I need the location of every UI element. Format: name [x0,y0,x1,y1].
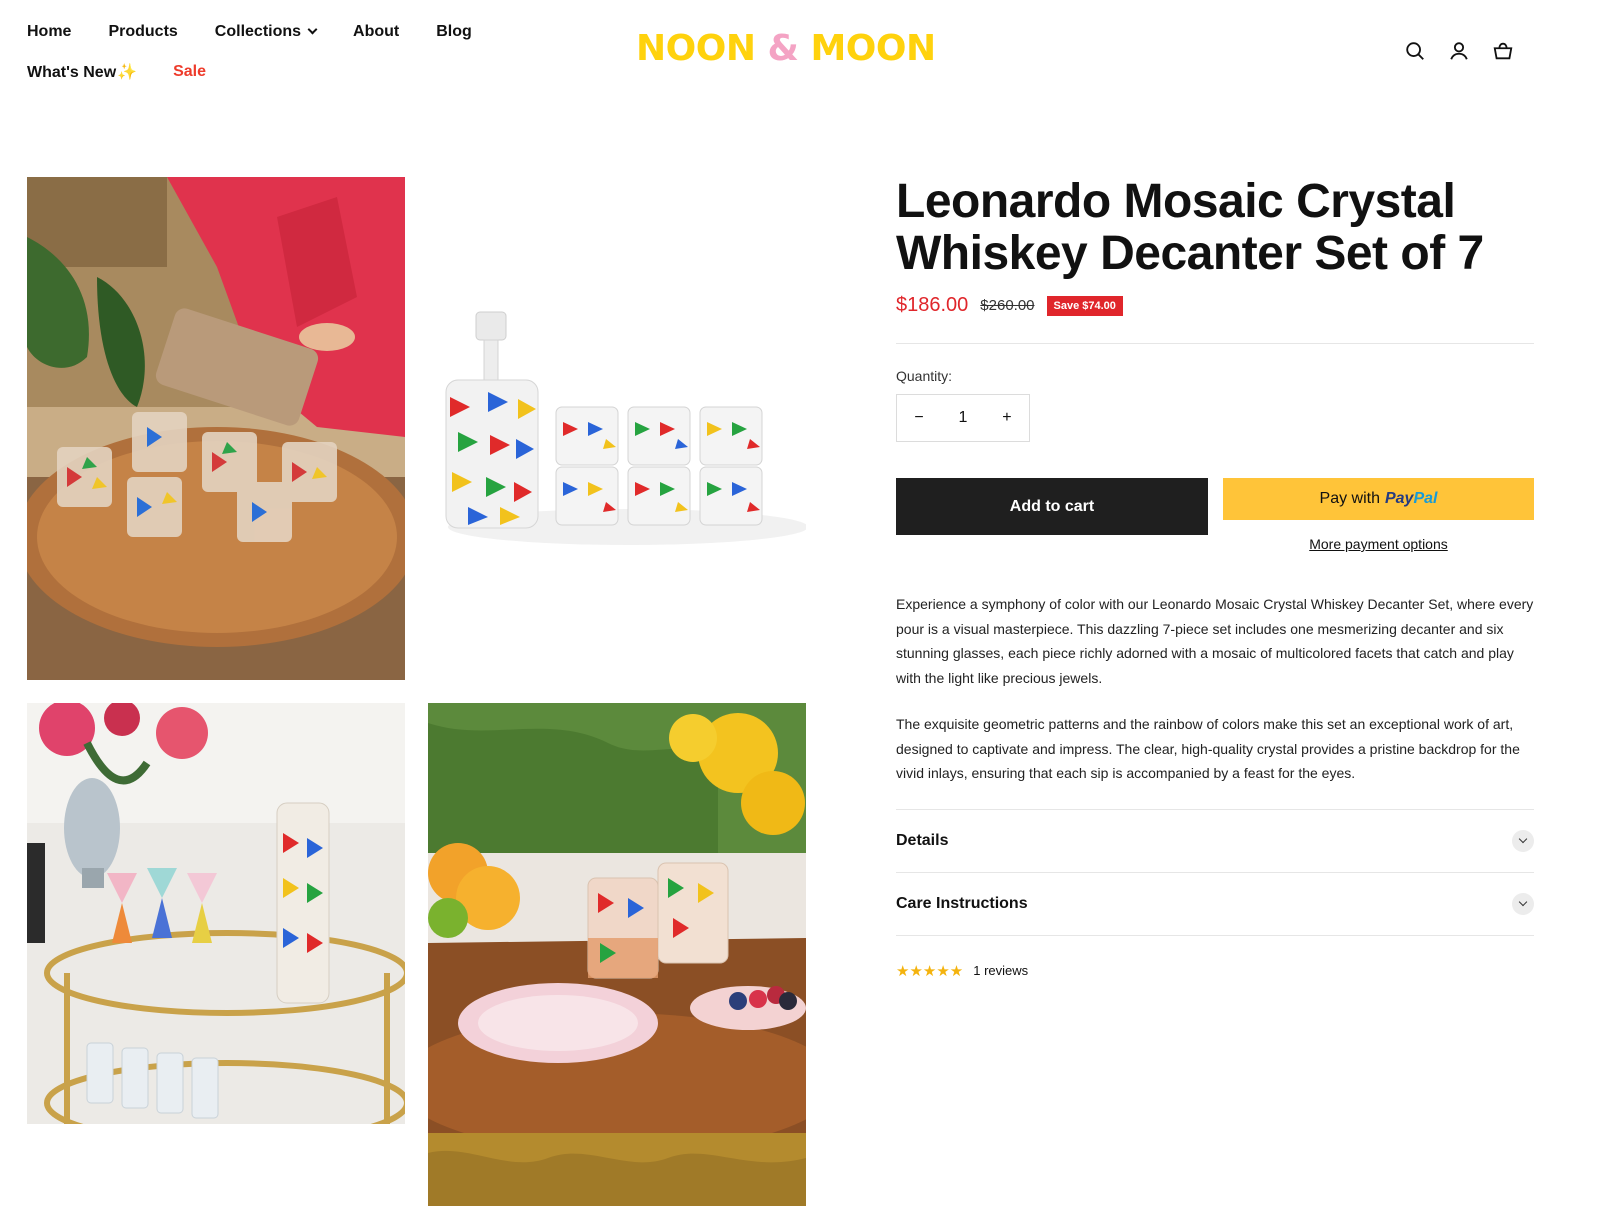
nav-collections-label: Collections [214,23,302,40]
logo-word-noon: NOON [636,28,756,69]
paypal-button[interactable]: Pay with Pay Pal [1223,478,1534,520]
paypal-logo-pay: Pay [1384,490,1414,507]
divider [896,343,1534,344]
account-icon[interactable] [1448,40,1470,62]
paypal-prefix: Pay with [1319,490,1380,507]
nav-sale[interactable]: Sale [173,63,206,81]
nav-row-primary: Home Products Collections About Blog [27,18,509,46]
cart-icon[interactable] [1492,40,1514,62]
express-checkout: Pay with Pay Pal More payment options [1223,478,1534,552]
save-badge: Save $74.00 [1046,295,1123,316]
search-icon[interactable] [1404,40,1426,62]
more-payment-options-link[interactable]: More payment options [1223,536,1534,552]
sale-price: $186.00 [896,294,969,316]
description-paragraph: Experience a symphony of color with our … [896,596,1534,686]
logo-ampersand: & [767,28,799,69]
quantity-increase-button[interactable]: + [1002,409,1011,427]
nav-about[interactable]: About [353,23,399,41]
accordion-title: Details [896,831,949,849]
gallery-image-pouring[interactable] [27,177,405,680]
review-summary[interactable]: ★★★★★ 1 reviews [896,962,1534,980]
product-gallery [27,177,807,1221]
store-logo[interactable]: NOON & MOON [636,28,936,69]
chevron-down-icon [1512,892,1534,915]
gallery-image-bar-cart[interactable] [27,703,405,1124]
nav-whats-new[interactable]: What's New✨ [27,62,137,82]
product-description: Experience a symphony of color with our … [896,592,1534,786]
description-paragraph: The exquisite geometric patterns and the… [896,716,1520,781]
accordion-title: Care Instructions [896,894,1028,912]
header-actions [1404,40,1514,62]
accordion-care-instructions[interactable]: Care Instructions [896,873,1534,936]
main-nav: Home Products Collections About Blog Wha… [27,18,509,86]
nav-products[interactable]: Products [108,23,177,41]
gallery-image-fruit-table[interactable] [428,703,806,1206]
nav-whats-new-label: What's New [27,64,117,81]
price-row: $186.00 $260.00 Save $74.00 [896,294,1534,317]
chevron-down-icon [307,24,318,35]
accordion-details[interactable]: Details [896,810,1534,873]
sparkle-icon: ✨ [117,64,138,81]
chevron-down-icon [1512,829,1534,852]
quantity-stepper: − 1 + [896,394,1030,442]
product-title: Leonardo Mosaic Crystal Whiskey Decanter… [896,175,1484,280]
nav-home[interactable]: Home [27,23,71,41]
add-to-cart-button[interactable]: Add to cart [896,478,1208,535]
star-rating-icon: ★★★★★ [896,962,964,980]
nav-row-secondary: What's New✨ Sale [27,58,509,86]
nav-collections[interactable]: Collections [214,23,318,41]
quantity-value[interactable]: 1 [959,409,968,427]
quantity-label: Quantity: [896,368,953,384]
paypal-logo-pal: Pal [1413,490,1438,507]
quantity-decrease-button[interactable]: − [914,409,923,427]
logo-word-moon: MOON [810,28,936,69]
product-info: Leonardo Mosaic Crystal Whiskey Decanter… [896,176,1534,980]
compare-price: $260.00 [980,297,1035,314]
gallery-image-set-white[interactable] [428,177,806,680]
nav-blog[interactable]: Blog [436,23,472,41]
review-count: 1 reviews [973,963,1029,978]
purchase-actions: Add to cart Pay with Pay Pal More payment… [896,478,1534,552]
